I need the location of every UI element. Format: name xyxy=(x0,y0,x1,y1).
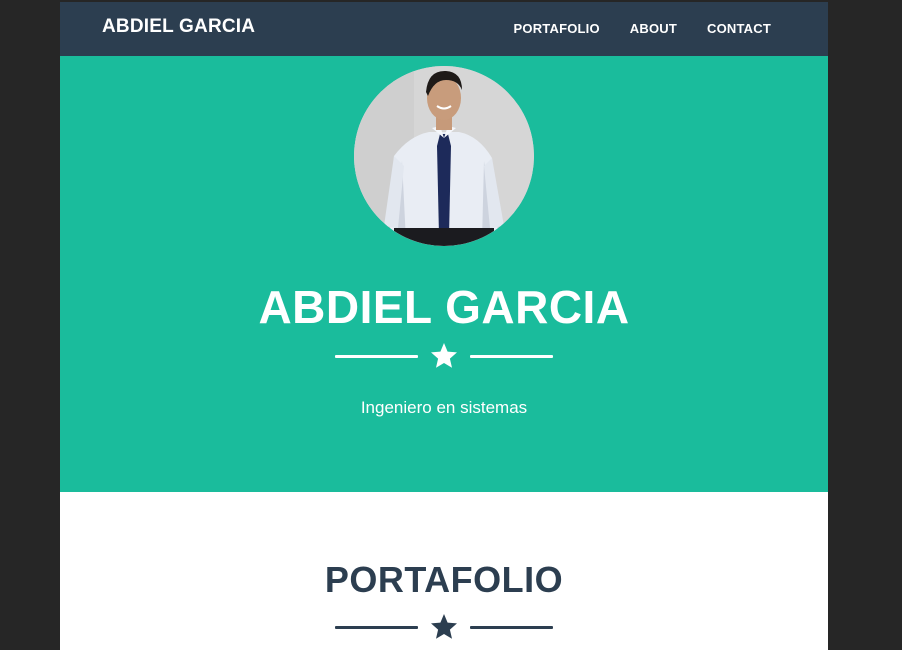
page: ABDIEL GARCIA PORTAFOLIO ABOUT CONTACT A… xyxy=(60,2,828,650)
nav-link-portafolio[interactable]: PORTAFOLIO xyxy=(514,21,600,36)
divider-line-right xyxy=(470,626,553,629)
navbar: ABDIEL GARCIA PORTAFOLIO ABOUT CONTACT xyxy=(60,2,828,56)
hero-divider xyxy=(60,342,828,370)
star-icon xyxy=(431,614,457,639)
hero-subtitle: Ingeniero en sistemas xyxy=(360,398,528,417)
star-icon xyxy=(431,343,457,368)
portfolio-title: PORTAFOLIO xyxy=(324,559,564,600)
nav-link-about[interactable]: ABOUT xyxy=(630,21,677,36)
avatar xyxy=(354,66,534,246)
brand-link[interactable]: ABDIEL GARCIA xyxy=(102,16,255,38)
nav-links: PORTAFOLIO ABOUT CONTACT xyxy=(514,21,771,36)
portfolio-divider xyxy=(60,613,828,641)
hero-name: ABDIEL GARCIA xyxy=(258,281,630,333)
hero-section: ABDIEL GARCIA Ingeniero en sistemas xyxy=(60,56,828,492)
divider-line-left xyxy=(335,626,418,629)
divider-line-left xyxy=(335,355,418,358)
divider-line-right xyxy=(470,355,553,358)
portfolio-section: PORTAFOLIO xyxy=(60,492,828,650)
avatar-photo xyxy=(354,66,534,246)
nav-link-contact[interactable]: CONTACT xyxy=(707,21,771,36)
